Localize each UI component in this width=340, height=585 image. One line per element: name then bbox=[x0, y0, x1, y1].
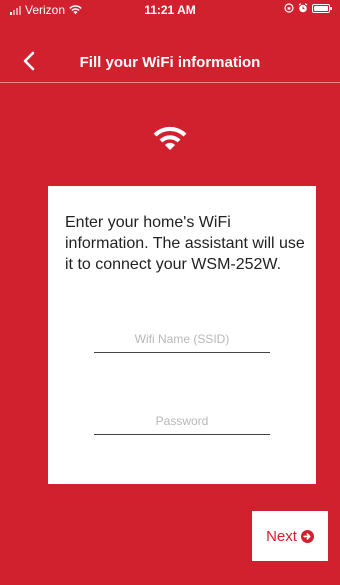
arrow-right-circle-icon bbox=[300, 529, 314, 543]
next-button-label: Next bbox=[266, 527, 297, 545]
instructions-text: Enter your home's WiFi information. The … bbox=[65, 214, 305, 273]
screen: Verizon 11:21 AM Fill your WiFi informat… bbox=[0, 0, 340, 585]
status-bar: Verizon 11:21 AM bbox=[0, 0, 340, 20]
wifi-password-input[interactable] bbox=[94, 408, 270, 435]
alarm-icon bbox=[298, 3, 308, 13]
wifi-ssid-input[interactable] bbox=[94, 326, 270, 353]
wifi-icon bbox=[153, 126, 187, 150]
next-button[interactable]: Next bbox=[252, 511, 328, 561]
wifi-info-card: Enter your home's WiFi information. The … bbox=[48, 186, 316, 484]
battery-icon bbox=[312, 3, 332, 13]
status-right bbox=[284, 3, 332, 13]
page-title: Fill your WiFi information bbox=[79, 54, 261, 71]
nav-bar: Fill your WiFi information bbox=[0, 40, 340, 83]
orientation-lock-icon bbox=[284, 3, 294, 13]
